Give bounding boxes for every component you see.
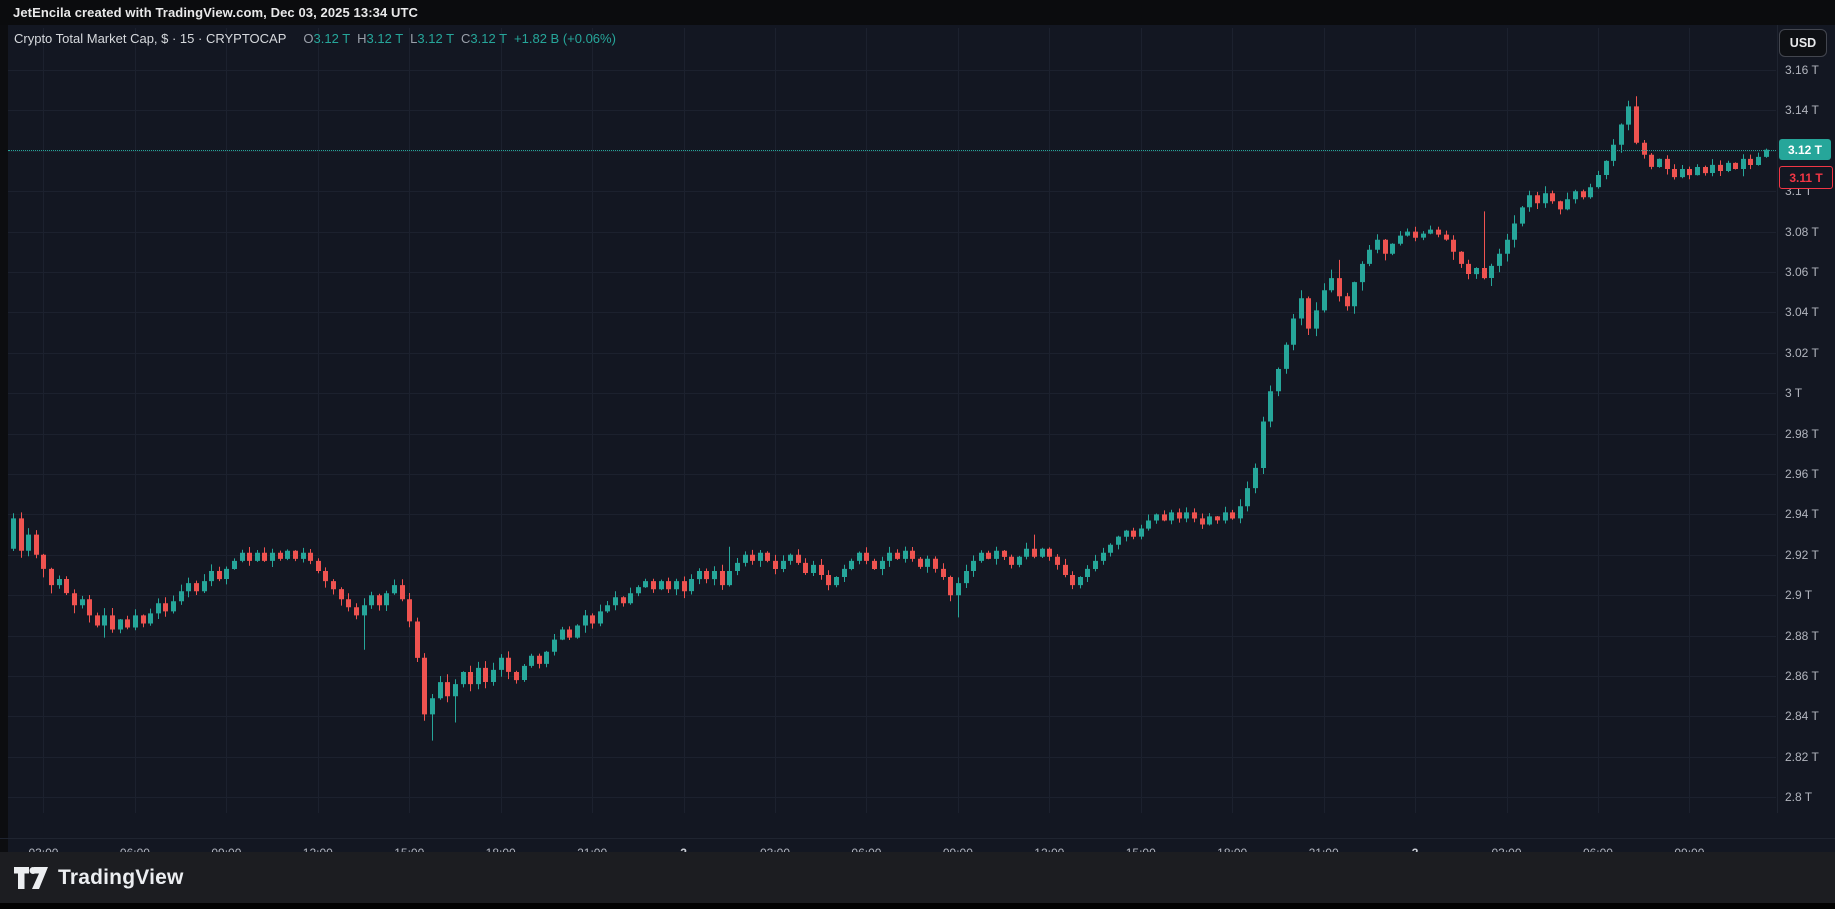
change-value: +1.82 B (+0.06%) [514,31,616,46]
down-candle-wicks [21,96,1751,721]
attribution-text: JetEncila created with TradingView.com, … [13,5,419,20]
tradingview-brand-text[interactable]: TradingView [58,866,184,890]
price-tick-label: 2.96 T [1785,467,1819,481]
up-candle-bodies [11,106,1769,715]
open-value: 3.12 T [313,31,351,46]
last-price-badge: 3.12 T [1779,139,1831,160]
bottom-letterbox [0,903,1835,909]
price-tick-label: 2.9 T [1785,588,1813,603]
price-tick-label: 3.08 T [1785,224,1819,239]
down-candle-bodies [19,106,1753,715]
price-tick-label: 3.16 T [1785,63,1819,77]
symbol-legend[interactable]: Crypto Total Market Cap, $ · 15 · CRYPTO… [14,31,616,46]
price-tick-label: 3.14 T [1785,103,1819,118]
tradingview-logo-icon[interactable] [14,866,48,889]
tradingview-chart-page: JetEncila created with TradingView.com, … [0,0,1835,909]
footer-bar: TradingView [0,852,1835,903]
high-label: H [357,31,367,46]
price-tick-label: 2.86 T [1785,669,1819,683]
currency-button[interactable]: USD [1779,29,1827,57]
price-tick-label: 2.92 T [1785,547,1819,562]
grid-lines [8,28,1776,813]
price-tick-label: 2.88 T [1785,628,1819,643]
attribution-bar: JetEncila created with TradingView.com, … [0,0,1835,25]
price-tick-label: 2.8 T [1785,790,1813,805]
high-value: 3.12 T [366,31,404,46]
close-value: 3.12 T [470,31,508,46]
price-tick-label: 2.98 T [1785,426,1819,441]
price-tick-label: 3.02 T [1785,345,1819,360]
up-candle-wicks [13,100,1767,741]
price-tick-label: 3.04 T [1785,305,1819,320]
price-tick-label: 2.94 T [1785,507,1819,522]
last-price-line [8,150,1776,151]
price-tick-label: 3 T [1785,386,1803,401]
low-value: 3.12 T [417,31,455,46]
price-tick-label: 3.06 T [1785,265,1819,279]
open-label: O [303,31,314,46]
price-tick-label: 2.82 T [1785,749,1819,764]
price-tick-label: 2.84 T [1785,709,1819,724]
close-label: C [461,31,471,46]
symbol-title[interactable]: Crypto Total Market Cap, $ · 15 · CRYPTO… [14,31,286,46]
secondary-price-badge: 3.11 T [1779,166,1833,189]
